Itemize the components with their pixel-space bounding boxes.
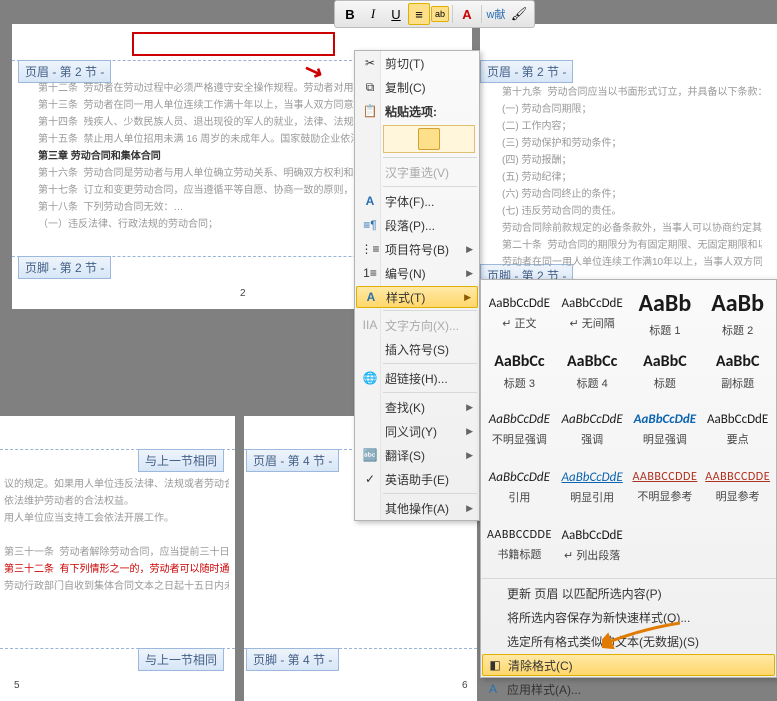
ctx-paragraph[interactable]: ≡¶段落(P)... (355, 213, 479, 237)
highlight-button[interactable]: ab (431, 6, 449, 22)
clipboard-icon (418, 128, 440, 150)
numbering-icon: 1≡ (359, 263, 381, 283)
copy-icon: ⧉ (359, 77, 381, 97)
style-swatch[interactable]: AABBCCDDE明显参考 (702, 459, 773, 515)
style-swatch[interactable]: AaBbCcDdE↵ 无间隔 (557, 285, 628, 341)
style-swatch[interactable]: AaBbCcDdE明显引用 (557, 459, 628, 515)
style-swatch[interactable]: AaBbC标题 (630, 343, 701, 399)
sep (481, 5, 482, 23)
style-swatch[interactable]: AaBbCc标题 4 (557, 343, 628, 399)
format-painter-icon[interactable]: 🖌 (508, 3, 530, 25)
ctx-link[interactable]: 🌐超链接(H)... (355, 366, 479, 390)
styles-icon: A (360, 287, 382, 307)
translate-icon: 🔤 (359, 445, 381, 465)
ctx-synonym[interactable]: 同义词(Y)▶ (355, 419, 479, 443)
translate-icon[interactable]: w献 (485, 3, 507, 25)
fly-clear-format[interactable]: ◧清除格式(C) (482, 654, 775, 676)
style-swatch[interactable]: AaBbCcDdE强调 (557, 401, 628, 457)
same-prev-3: 与上一节相同 (138, 449, 224, 472)
ctx-hanzi: 汉字重选(V) (355, 160, 479, 184)
context-menu: ✂剪切(T) ⧉复制(C) 📋粘贴选项: 汉字重选(V) A字体(F)... ≡… (354, 50, 480, 521)
style-gallery: AaBbCcDdE↵ 正文AaBbCcDdE↵ 无间隔AaBb标题 1AaBb标… (481, 280, 776, 576)
ctx-find[interactable]: 查找(K)▶ (355, 395, 479, 419)
english-icon: ✓ (359, 469, 381, 489)
sep (452, 5, 453, 23)
style-swatch[interactable]: AaBbCcDdE引用 (484, 459, 555, 515)
style-swatch[interactable]: AaBbCcDdE↵ 正文 (484, 285, 555, 341)
ctx-symbol[interactable]: 插入符号(S) (355, 337, 479, 361)
ctx-other[interactable]: 其他操作(A)▶ (355, 496, 479, 520)
doc-body-2: 第十九条 劳动合同应当以书面形式订立，并具备以下条款：… (一) 劳动合同期限；… (502, 84, 762, 271)
style-swatch[interactable]: AaBbCcDdE明显强调 (630, 401, 701, 457)
header-label-sec4: 页眉 - 第 4 节 - (246, 449, 339, 472)
ctx-styles[interactable]: A样式(T)▶ (356, 286, 478, 308)
align-center-button[interactable]: ≡ (408, 3, 430, 25)
scissors-icon: ✂ (359, 53, 381, 73)
ctx-copy[interactable]: ⧉复制(C) (355, 75, 479, 99)
mini-toolbar: B I U ≡ ab A w献 🖌 (334, 0, 535, 28)
annotation-red-box (132, 32, 335, 56)
footer-label-sec2: 页脚 - 第 2 节 - (18, 256, 111, 279)
font-color-button[interactable]: A (456, 3, 478, 25)
fly-apply-styles[interactable]: A应用样式(A)... (481, 677, 776, 701)
style-swatch[interactable]: AaBbC副标题 (702, 343, 773, 399)
style-swatch[interactable]: AaBbCcDdE不明显强调 (484, 401, 555, 457)
ctx-paste-opts: 📋粘贴选项: (355, 99, 479, 123)
style-swatch[interactable]: AABBCCDDE书籍标题 (484, 517, 555, 573)
page-number-1: 2 (240, 288, 246, 299)
ctx-font[interactable]: A字体(F)... (355, 189, 479, 213)
eraser-icon: ◧ (487, 657, 503, 673)
style-swatch[interactable]: AaBb标题 1 (630, 285, 701, 341)
style-swatch[interactable]: AaBbCcDdE要点 (702, 401, 773, 457)
doc-body-3: 议的规定。如果用人单位违反法律、法规或者劳动合同，工会有权… 依法维护劳动者的合… (4, 476, 229, 595)
link-icon: 🌐 (359, 368, 381, 388)
fly-update[interactable]: 更新 页眉 以匹配所选内容(P) (481, 581, 776, 605)
ctx-translate[interactable]: 🔤翻译(S)▶ (355, 443, 479, 467)
same-prev-3f: 与上一节相同 (138, 648, 224, 671)
text-direction-icon: IIA (359, 315, 381, 335)
page-number-br: 6 (462, 680, 468, 691)
annotation-orange-arrow (602, 619, 682, 649)
ctx-eng[interactable]: ✓英语助手(E) (355, 467, 479, 491)
bullets-icon: ⋮≡ (359, 239, 381, 259)
italic-button[interactable]: I (362, 3, 384, 25)
paste-icon: 📋 (359, 101, 381, 121)
ctx-cut[interactable]: ✂剪切(T) (355, 51, 479, 75)
header-label-sec2-b: 页眉 - 第 2 节 - (480, 60, 573, 83)
bold-button[interactable]: B (339, 3, 361, 25)
paragraph-icon: ≡¶ (359, 215, 381, 235)
ctx-numbering[interactable]: 1≡编号(N)▶ (355, 261, 479, 285)
footer-label-sec4: 页脚 - 第 4 节 - (246, 648, 339, 671)
font-icon: A (359, 191, 381, 211)
style-swatch[interactable]: AABBCCDDE不明显参考 (630, 459, 701, 515)
page-number-bl: 5 (14, 680, 20, 691)
paste-option-keep[interactable] (383, 125, 475, 153)
apply-styles-icon: A (485, 681, 501, 697)
style-swatch[interactable]: AaBbCc标题 3 (484, 343, 555, 399)
doc-body: 第十二条 劳动者在劳动过程中必须严格遵守安全操作规程。劳动者对用人单位… 第十三… (38, 80, 358, 233)
ctx-text-dir: IIA文字方向(X)... (355, 313, 479, 337)
style-swatch[interactable]: AaBbCcDdE↵ 列出段落 (557, 517, 628, 573)
style-swatch[interactable]: AaBb标题 2 (702, 285, 773, 341)
underline-button[interactable]: U (385, 3, 407, 25)
ctx-bullets[interactable]: ⋮≡项目符号(B)▶ (355, 237, 479, 261)
